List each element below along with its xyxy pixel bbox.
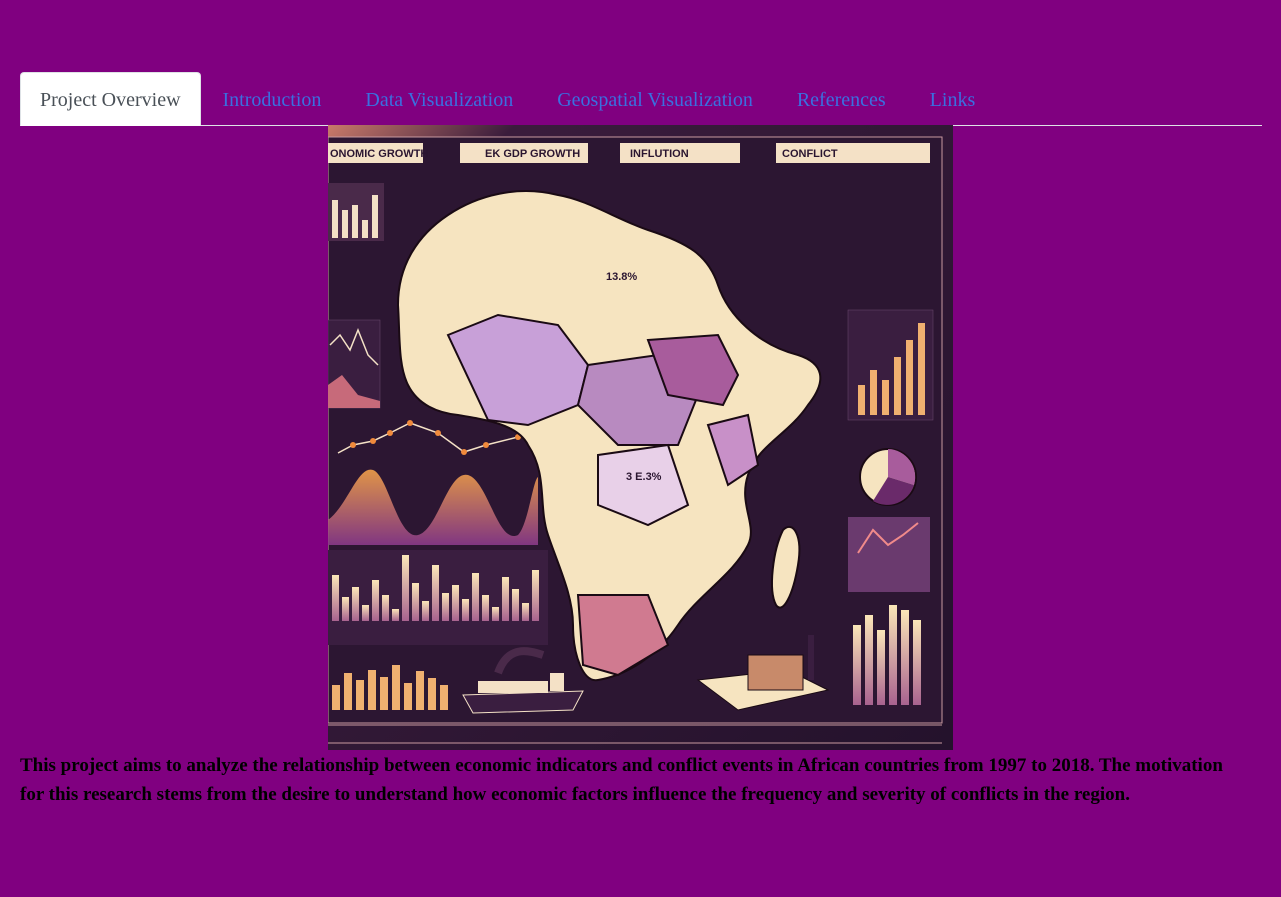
page: Project Overview Introduction Data Visua… [0, 0, 1281, 897]
right-pie-chart [859, 448, 917, 506]
infographic-header-row: ONOMIC GROWTH EK GDP GROWTH INFLUTION CO… [328, 143, 930, 163]
tab-introduction[interactable]: Introduction [201, 72, 344, 126]
tab-references[interactable]: References [775, 72, 908, 126]
tab-links[interactable]: Links [908, 72, 998, 126]
left-line-chart [328, 319, 381, 409]
header-gdp-growth: EK GDP GROWTH [485, 148, 580, 160]
tab-geospatial-visualization[interactable]: Geospatial Visualization [535, 72, 775, 126]
map-label-central: 3 E.3% [626, 471, 662, 483]
right-line-chart [848, 517, 930, 592]
tab-navigation: Project Overview Introduction Data Visua… [20, 70, 1262, 126]
header-conflict: CONFLICT [782, 148, 838, 160]
left-top-bar-chart [328, 183, 384, 241]
project-description: This project aims to analyze the relatio… [20, 755, 1223, 805]
lower-bar-chart [328, 550, 548, 645]
header-inflation: INFLUTION [630, 148, 689, 160]
right-bar-chart [847, 309, 934, 421]
hero-infographic-image: ONOMIC GROWTH EK GDP GROWTH INFLUTION CO… [328, 125, 953, 750]
header-economic-growth: ONOMIC GROWTH [330, 148, 428, 160]
tab-data-visualization[interactable]: Data Visualization [343, 72, 535, 126]
tab-project-overview[interactable]: Project Overview [20, 72, 201, 126]
map-label-north: 13.8% [606, 271, 637, 283]
